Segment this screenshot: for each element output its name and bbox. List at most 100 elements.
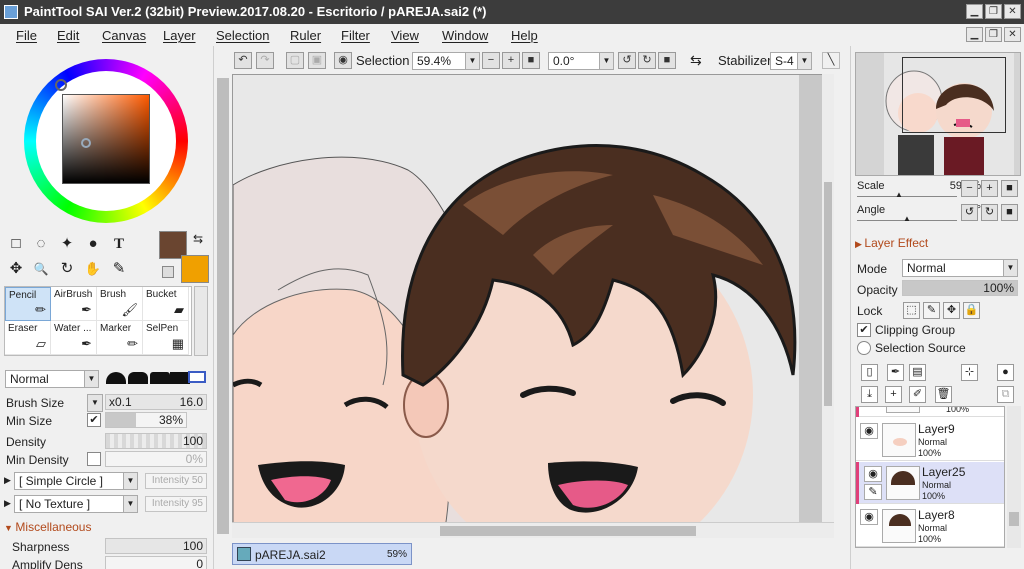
scale-slider[interactable] [857, 196, 957, 197]
layer-row[interactable]: ◉ Layer9 Normal 100% [856, 419, 1004, 461]
doc-minimize-button[interactable]: ▁ [966, 27, 983, 42]
zoom-out-icon[interactable]: − [482, 52, 500, 69]
selection-source-radio[interactable] [857, 341, 871, 355]
shape-icon[interactable]: ● [82, 233, 104, 255]
layer-effect-header[interactable]: ▶ Layer Effect [855, 236, 928, 250]
move-icon[interactable]: ✥ [5, 258, 27, 280]
restore-button[interactable]: ❐ [985, 4, 1002, 19]
canvas-horizontal-scrollbar[interactable] [232, 522, 834, 538]
sharpness-slider[interactable]: 100 [105, 538, 207, 554]
eye-icon[interactable]: ◉ [334, 52, 352, 69]
lock-move-icon[interactable]: ✥ [943, 302, 960, 319]
brush-texture-select[interactable]: [ No Texture ] ▼ [14, 495, 138, 513]
lasso-icon[interactable]: ◌ [30, 233, 52, 255]
canvas-vertical-scrollbar[interactable] [822, 74, 834, 522]
brush-shape-select[interactable]: [ Simple Circle ] ▼ [14, 472, 138, 490]
min-density-slider[interactable]: 0% [105, 451, 207, 467]
brush-grid-scrollbar[interactable] [194, 286, 208, 356]
scale-increase-icon[interactable]: + [981, 180, 998, 197]
density-slider[interactable]: 100 [105, 433, 207, 449]
layer-mode-select[interactable]: Normal ▼ [902, 259, 1018, 277]
blend-mode-select[interactable]: Normal ▼ [5, 370, 99, 388]
tip-shape-square[interactable] [170, 372, 190, 384]
undo-icon[interactable]: ↶ [234, 52, 252, 69]
drawing-canvas[interactable] [232, 74, 834, 538]
rotate-reset-icon[interactable]: ■ [1001, 204, 1018, 221]
layer-copy-icon[interactable]: ⧉ [997, 386, 1014, 403]
brush-pencil[interactable]: Pencil ✏ [5, 287, 51, 321]
layer-record-icon[interactable]: ● [997, 364, 1014, 381]
eye-icon[interactable]: ◉ [860, 509, 878, 525]
brush-marker[interactable]: Marker ✏ [97, 321, 143, 355]
tip-shape-flat[interactable] [188, 371, 206, 383]
brush-water[interactable]: Water ... ✒ [51, 321, 97, 355]
text-tool-icon[interactable]: T [108, 233, 130, 255]
flip-horizontal-icon[interactable]: ⇆ [690, 52, 702, 69]
stabilizer-select[interactable]: S-4 ▼ [770, 52, 812, 70]
min-size-slider[interactable]: 38% [105, 412, 187, 428]
zoom-in-icon[interactable]: + [502, 52, 520, 69]
sub-color-swatch[interactable] [181, 255, 209, 283]
pen-icon[interactable]: ✎ [864, 484, 882, 500]
new-layer-icon[interactable]: ▯ [861, 364, 878, 381]
brush-selpen[interactable]: SelPen ▦ [143, 321, 189, 355]
brush-brush[interactable]: Brush 🖌 [97, 287, 143, 321]
transparent-swatch[interactable] [162, 266, 174, 278]
layer-mask-icon[interactable]: ⊹ [961, 364, 978, 381]
color-saturation-square[interactable] [62, 94, 150, 184]
eyedropper-icon[interactable]: ✎ [108, 258, 130, 280]
document-tab[interactable]: pAREJA.sai2 59% [232, 543, 412, 565]
lock-transparency-icon[interactable]: ⬚ [903, 302, 920, 319]
layer-opacity-slider[interactable]: 100% [902, 280, 1018, 296]
tip-shape-soft[interactable] [128, 372, 148, 384]
clear-layer-icon[interactable]: ✐ [909, 386, 926, 403]
layer-row[interactable]: 100% [856, 407, 1004, 417]
deselect-icon[interactable]: ▢ [286, 52, 304, 69]
menu-edit[interactable]: Edit [57, 28, 79, 43]
minimize-button[interactable]: ▁ [966, 4, 983, 19]
lock-all-icon[interactable]: 🔒 [963, 302, 980, 319]
rotate-right-icon[interactable]: ↻ [638, 52, 656, 69]
new-folder-icon[interactable]: ▤ [909, 364, 926, 381]
angle-slider-thumb[interactable]: ▲ [903, 214, 911, 223]
menu-selection[interactable]: Selection [216, 28, 269, 43]
navigator-preview[interactable] [855, 52, 1021, 176]
redo-icon[interactable]: ↷ [256, 52, 274, 69]
miscellaneous-header[interactable]: ▼ Miscellaneous [4, 520, 91, 534]
min-density-checkbox[interactable] [87, 452, 101, 466]
scale-decrease-icon[interactable]: − [961, 180, 978, 197]
expand-arrow-icon[interactable]: ▶ [4, 498, 11, 509]
rotate-right-icon[interactable]: ↻ [981, 204, 998, 221]
trash-icon[interactable]: 🗑 [935, 386, 952, 403]
new-vector-layer-icon[interactable]: ✒ [887, 364, 904, 381]
magic-wand-icon[interactable]: ✦ [56, 233, 78, 255]
brush-size-slider[interactable]: x0.1 16.0 [105, 394, 207, 410]
menu-file[interactable]: File [16, 28, 37, 43]
rotate-icon[interactable]: ↻ [56, 258, 78, 280]
menu-canvas[interactable]: Canvas [102, 28, 146, 43]
clipping-group-checkbox[interactable]: ✔ [857, 323, 871, 337]
min-size-checkbox[interactable]: ✔ [87, 413, 101, 427]
texture-intensity-slider[interactable]: Intensity 95 [145, 496, 207, 512]
close-button[interactable]: ✕ [1004, 4, 1021, 19]
angle-select[interactable]: 0.0° ▼ [548, 52, 614, 70]
eye-icon[interactable]: ◉ [864, 466, 882, 482]
scale-reset-icon[interactable]: ■ [1001, 180, 1018, 197]
brush-eraser[interactable]: Eraser ▱ [5, 321, 51, 355]
menu-window[interactable]: Window [442, 28, 488, 43]
brush-bucket[interactable]: Bucket ▰ [143, 287, 189, 321]
navigator-viewport-frame[interactable] [902, 57, 1006, 133]
add-layer-icon[interactable]: + [885, 386, 902, 403]
size-multiplier-dropdown[interactable]: ▼ [87, 394, 103, 412]
panel-splitter[interactable] [214, 74, 232, 538]
menu-filter[interactable]: Filter [341, 28, 370, 43]
saturation-marker[interactable] [81, 138, 91, 148]
menu-layer[interactable]: Layer [163, 28, 196, 43]
menu-view[interactable]: View [391, 28, 419, 43]
tip-shape-medium[interactable] [150, 372, 170, 384]
expand-arrow-icon[interactable]: ▶ [4, 475, 11, 486]
zoom-select[interactable]: 59.4% ▼ [412, 52, 480, 70]
doc-restore-button[interactable]: ❐ [985, 27, 1002, 42]
line-tool-icon[interactable]: ╲ [822, 52, 840, 69]
doc-close-button[interactable]: ✕ [1004, 27, 1021, 42]
